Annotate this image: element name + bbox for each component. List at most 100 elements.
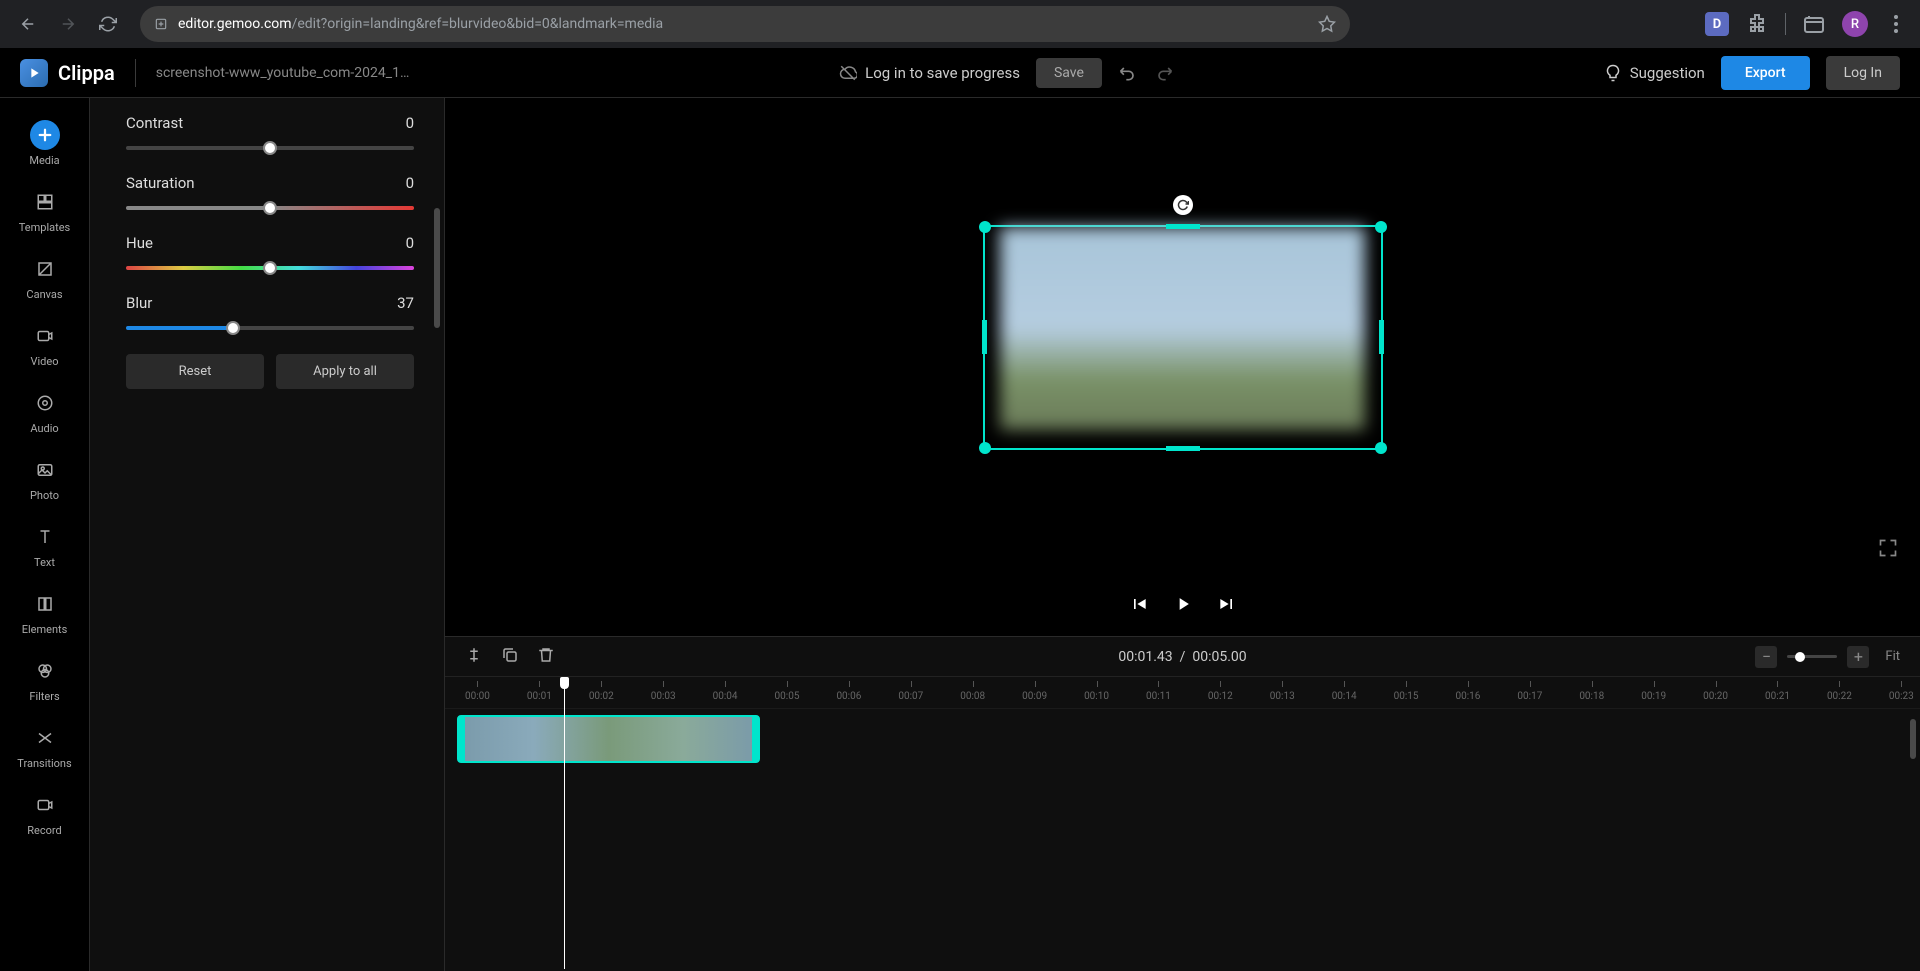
- hue-value: 0: [406, 234, 414, 252]
- preview-area: [445, 98, 1920, 636]
- zoom-slider[interactable]: [1787, 655, 1837, 658]
- fit-button[interactable]: Fit: [1885, 649, 1900, 664]
- ruler-mark: 00:00: [465, 691, 490, 708]
- scrollbar[interactable]: [434, 208, 440, 328]
- copy-button[interactable]: [501, 646, 519, 668]
- resize-handle-t[interactable]: [1166, 224, 1200, 229]
- prev-frame-button[interactable]: [1129, 594, 1149, 618]
- canvas-icon: [30, 254, 60, 284]
- sidebar-item-templates[interactable]: Templates: [0, 177, 89, 244]
- canvas-area[interactable]: [445, 98, 1920, 576]
- ruler-mark: 00:09: [1022, 691, 1047, 708]
- video-clip[interactable]: [457, 715, 760, 763]
- ruler-mark: 00:08: [960, 691, 985, 708]
- sidebar-item-audio[interactable]: Audio: [0, 378, 89, 445]
- blur-label: Blur: [126, 294, 152, 312]
- delete-button[interactable]: [537, 646, 555, 668]
- project-name[interactable]: screenshot-www_youtube_com-2024_1…: [156, 65, 410, 81]
- timeline-section: 00:01.43 / 00:05.00 − + Fit 00:0000:0100…: [445, 636, 1920, 971]
- video-frame[interactable]: [983, 225, 1383, 450]
- plus-icon: [30, 120, 60, 150]
- bookmark-star-icon[interactable]: [1318, 15, 1336, 33]
- time-display: 00:01.43 / 00:05.00: [1118, 649, 1246, 665]
- ruler-mark: 00:03: [651, 691, 676, 708]
- app-logo[interactable]: Clippa: [20, 59, 115, 87]
- export-button[interactable]: Export: [1721, 56, 1810, 90]
- total-time: 00:05.00: [1192, 649, 1246, 665]
- ruler-mark: 00:19: [1641, 691, 1666, 708]
- elements-icon: [30, 589, 60, 619]
- undo-icon[interactable]: [1118, 63, 1138, 83]
- url-bar[interactable]: editor.gemoo.com/edit?origin=landing&ref…: [140, 6, 1350, 42]
- sidebar-item-elements[interactable]: Elements: [0, 579, 89, 646]
- sidebar-item-transitions[interactable]: Transitions: [0, 713, 89, 780]
- hue-control: Hue0: [126, 234, 414, 270]
- split-button[interactable]: [465, 646, 483, 668]
- next-frame-button[interactable]: [1217, 594, 1237, 618]
- ruler-mark: 00:14: [1332, 691, 1357, 708]
- browser-bar: editor.gemoo.com/edit?origin=landing&ref…: [0, 0, 1920, 48]
- resize-handle-tl[interactable]: [979, 221, 991, 233]
- app-header: Clippa screenshot-www_youtube_com-2024_1…: [0, 48, 1920, 98]
- redo-icon[interactable]: [1154, 63, 1174, 83]
- playback-controls: [445, 576, 1920, 636]
- sidebar-item-video[interactable]: Video: [0, 311, 89, 378]
- slider-thumb[interactable]: [263, 201, 277, 215]
- zoom-out-button[interactable]: −: [1755, 646, 1777, 668]
- resize-handle-tr[interactable]: [1375, 221, 1387, 233]
- resize-handle-l[interactable]: [982, 320, 987, 354]
- menu-icon[interactable]: [1884, 12, 1908, 36]
- slider-thumb[interactable]: [263, 261, 277, 275]
- suggestion-link[interactable]: Suggestion: [1604, 64, 1705, 82]
- saturation-value: 0: [406, 174, 414, 192]
- timeline-tracks[interactable]: [445, 709, 1920, 959]
- save-button[interactable]: Save: [1036, 58, 1102, 88]
- play-button[interactable]: [1173, 594, 1193, 618]
- sidebar-item-filters[interactable]: Filters: [0, 646, 89, 713]
- contrast-control: Contrast0: [126, 114, 414, 150]
- app-name: Clippa: [58, 61, 115, 85]
- back-button[interactable]: [12, 8, 44, 40]
- clip-handle-right[interactable]: [752, 717, 758, 761]
- timeline-ruler[interactable]: 00:0000:0100:0200:0300:0400:0500:0600:07…: [445, 677, 1920, 709]
- profile-avatar[interactable]: R: [1842, 11, 1868, 37]
- blur-control: Blur37: [126, 294, 414, 330]
- reload-button[interactable]: [92, 8, 124, 40]
- rotate-handle[interactable]: [1173, 195, 1193, 215]
- sidebar-item-photo[interactable]: Photo: [0, 445, 89, 512]
- resize-handle-bl[interactable]: [979, 442, 991, 454]
- hue-slider[interactable]: [126, 266, 414, 270]
- zoom-in-button[interactable]: +: [1847, 646, 1869, 668]
- contrast-slider[interactable]: [126, 146, 414, 150]
- fullscreen-button[interactable]: [1878, 538, 1898, 562]
- playhead[interactable]: [564, 679, 565, 969]
- extensions-icon[interactable]: [1745, 12, 1769, 36]
- clip-handle-left[interactable]: [459, 717, 465, 761]
- tabs-icon[interactable]: [1802, 12, 1826, 36]
- blur-slider[interactable]: [126, 326, 414, 330]
- ruler-mark: 00:18: [1579, 691, 1604, 708]
- sidebar-item-media[interactable]: Media: [0, 110, 89, 177]
- scrollbar[interactable]: [1910, 719, 1916, 759]
- login-button[interactable]: Log In: [1826, 56, 1900, 90]
- ruler-mark: 00:21: [1765, 691, 1790, 708]
- slider-thumb[interactable]: [1795, 652, 1805, 662]
- forward-button[interactable]: [52, 8, 84, 40]
- current-time: 00:01.43: [1118, 649, 1172, 665]
- sidebar-item-text[interactable]: Text: [0, 512, 89, 579]
- extension-icon-1[interactable]: D: [1705, 12, 1729, 36]
- record-icon: [30, 790, 60, 820]
- apply-all-button[interactable]: Apply to all: [276, 354, 414, 389]
- text-icon: [30, 522, 60, 552]
- sidebar-item-record[interactable]: Record: [0, 780, 89, 847]
- slider-thumb[interactable]: [263, 141, 277, 155]
- reset-button[interactable]: Reset: [126, 354, 264, 389]
- resize-handle-b[interactable]: [1166, 446, 1200, 451]
- ruler-mark: 00:05: [775, 691, 800, 708]
- sidebar-item-canvas[interactable]: Canvas: [0, 244, 89, 311]
- resize-handle-r[interactable]: [1379, 320, 1384, 354]
- saturation-slider[interactable]: [126, 206, 414, 210]
- slider-thumb[interactable]: [226, 321, 240, 335]
- ruler-mark: 00:20: [1703, 691, 1728, 708]
- resize-handle-br[interactable]: [1375, 442, 1387, 454]
